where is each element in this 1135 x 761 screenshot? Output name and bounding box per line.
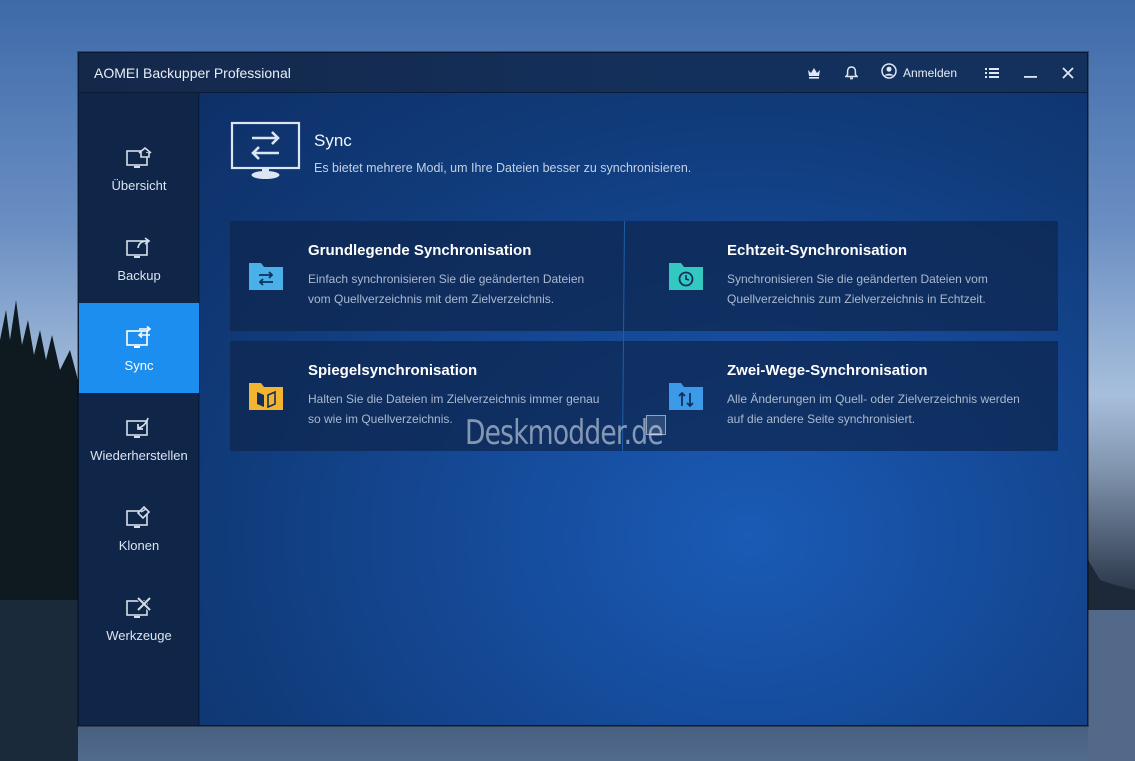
card-title: Grundlegende Synchronisation bbox=[308, 242, 532, 259]
card-two-way-sync[interactable]: Zwei-Wege-Synchronisation Alle Änderunge… bbox=[644, 341, 1058, 451]
card-description: Einfach synchronisieren Sie die geändert… bbox=[308, 272, 585, 306]
sidebar-item-label: Übersicht bbox=[111, 177, 167, 193]
close-icon[interactable] bbox=[1049, 53, 1087, 93]
sidebar-item-sync[interactable]: Sync bbox=[79, 303, 199, 393]
monitor-clone-icon bbox=[126, 504, 152, 532]
watermark-logo-icon bbox=[646, 415, 666, 435]
titlebar: AOMEI Backupper Professional Anmelden bbox=[79, 53, 1087, 93]
monitor-tools-icon bbox=[126, 594, 152, 622]
sidebar-item-label: Backup bbox=[117, 267, 161, 283]
card-basic-sync[interactable]: Grundlegende Synchronisation Einfach syn… bbox=[230, 221, 644, 331]
login-label: Anmelden bbox=[902, 65, 957, 80]
sidebar-item-label: Sync bbox=[124, 357, 154, 373]
folder-mirror-icon bbox=[248, 381, 284, 416]
sidebar-item-uebersicht[interactable]: Übersicht bbox=[79, 123, 199, 213]
page-title: Sync bbox=[314, 131, 352, 150]
sidebar-item-label: Klonen bbox=[118, 537, 160, 553]
sidebar-item-klonen[interactable]: Klonen bbox=[79, 483, 199, 573]
sidebar-item-wiederherstellen[interactable]: Wiederherstellen bbox=[79, 393, 199, 483]
login-button[interactable]: Anmelden bbox=[871, 53, 973, 93]
sidebar-item-backup[interactable]: Backup bbox=[79, 213, 199, 303]
card-title: Spiegelsynchronisation bbox=[308, 362, 478, 379]
page-description: Es bietet mehrere Modi, um Ihre Dateien … bbox=[314, 161, 692, 175]
card-description: Synchronisieren Sie die geänderten Datei… bbox=[727, 272, 988, 306]
crown-icon[interactable] bbox=[795, 53, 833, 93]
card-description: Alle Änderungen im Quell- oder Zielverze… bbox=[727, 392, 1020, 426]
menu-icon[interactable] bbox=[973, 53, 1011, 93]
monitor-sync-header-icon bbox=[230, 121, 302, 186]
monitor-home-icon bbox=[126, 144, 152, 172]
sidebar: Übersicht Backup Sync Wiederherstellen K… bbox=[79, 93, 199, 725]
sidebar-item-werkzeuge[interactable]: Werkzeuge bbox=[79, 573, 199, 663]
card-title: Echtzeit-Synchronisation bbox=[727, 242, 908, 259]
monitor-backup-icon bbox=[126, 234, 152, 262]
monitor-sync-icon bbox=[126, 324, 152, 352]
main-panel: Sync Es bietet mehrere Modi, um Ihre Dat… bbox=[200, 93, 1087, 725]
sidebar-item-label: Werkzeuge bbox=[106, 627, 172, 643]
title-actions: Anmelden bbox=[795, 53, 1087, 92]
monitor-restore-icon bbox=[126, 414, 152, 442]
folder-sync-icon bbox=[248, 261, 284, 296]
user-icon bbox=[881, 63, 897, 82]
folder-two-way-icon bbox=[668, 381, 704, 416]
folder-clock-icon bbox=[668, 261, 704, 296]
bell-icon[interactable] bbox=[833, 53, 871, 93]
app-window: AOMEI Backupper Professional Anmelden Üb… bbox=[78, 52, 1088, 726]
minimize-icon[interactable] bbox=[1011, 53, 1049, 93]
card-title: Zwei-Wege-Synchronisation bbox=[727, 362, 928, 379]
sidebar-item-label: Wiederherstellen bbox=[90, 447, 188, 463]
app-title: AOMEI Backupper Professional bbox=[94, 64, 291, 81]
card-realtime-sync[interactable]: Echtzeit-Synchronisation Synchronisieren… bbox=[644, 221, 1058, 331]
watermark-text: Deskmodder.de bbox=[465, 413, 664, 453]
